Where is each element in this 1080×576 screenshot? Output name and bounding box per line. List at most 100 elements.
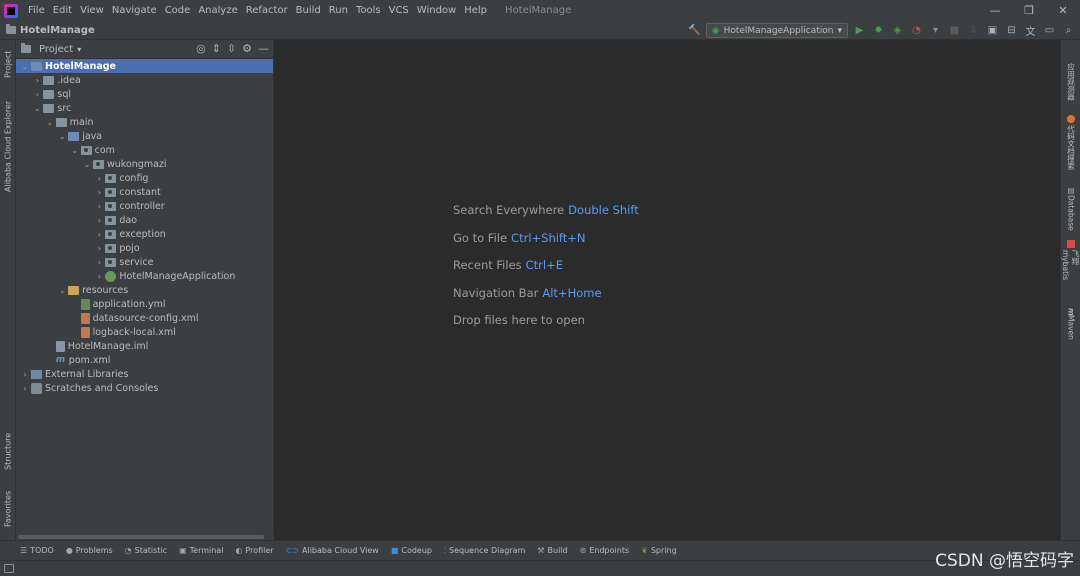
chevron-down-icon[interactable]: ⌄ xyxy=(70,146,80,155)
tree-node[interactable]: ⌄ HotelManage xyxy=(16,59,273,73)
search-icon[interactable]: ⌕ xyxy=(1061,23,1076,38)
menu-code[interactable]: Code xyxy=(161,5,195,16)
chevron-right-icon[interactable]: › xyxy=(32,76,42,85)
menu-file[interactable]: File xyxy=(24,5,49,16)
expand-all-icon[interactable]: ⇕ xyxy=(212,42,221,55)
tree-node[interactable]: › controller xyxy=(16,199,273,213)
more-run-icon[interactable]: ▾ xyxy=(928,23,943,38)
chevron-right-icon[interactable]: › xyxy=(94,188,104,197)
chevron-right-icon[interactable]: › xyxy=(20,370,30,379)
tree-node[interactable]: › sql xyxy=(16,87,273,101)
window-layout-icon[interactable]: ▭ xyxy=(1042,23,1057,38)
chevron-right-icon[interactable]: › xyxy=(94,202,104,211)
chevron-down-icon[interactable]: ⌄ xyxy=(57,286,67,295)
chevron-right-icon[interactable]: › xyxy=(94,174,104,183)
minimize-button[interactable]: — xyxy=(978,0,1012,21)
chevron-right-icon[interactable]: › xyxy=(20,384,30,393)
coverage-icon[interactable]: ◈ xyxy=(890,23,905,38)
database-tab[interactable]: ▤ Database xyxy=(1061,184,1080,232)
translate-icon[interactable]: 文 xyxy=(1023,23,1038,38)
menu-view[interactable]: View xyxy=(76,5,108,16)
scrollbar-thumb[interactable] xyxy=(18,535,264,539)
problems-tab[interactable]: ● Problems xyxy=(66,546,113,555)
code-doc-search-tab[interactable]: 代码文档搜索 xyxy=(1061,112,1080,172)
tree-node[interactable]: › pojo xyxy=(16,241,273,255)
hide-panel-icon[interactable]: — xyxy=(258,42,269,55)
build-tab[interactable]: ⚒ Build xyxy=(537,546,567,555)
build-hammer-icon[interactable]: 🔨 xyxy=(687,23,702,38)
chevron-down-icon[interactable]: ▾ xyxy=(77,45,81,54)
collapse-all-icon[interactable]: ⇳ xyxy=(227,42,236,55)
gear-icon[interactable]: ⚙ xyxy=(242,42,252,55)
profile-icon[interactable]: ◔ xyxy=(909,23,924,38)
menu-tools[interactable]: Tools xyxy=(352,5,385,16)
chevron-right-icon[interactable]: › xyxy=(94,258,104,267)
todo-tab[interactable]: ☰ TODO xyxy=(20,546,54,555)
menu-build[interactable]: Build xyxy=(292,5,325,16)
profiler-tab[interactable]: ◐ Profiler xyxy=(235,546,273,555)
editor-area[interactable]: Search Everywhere Double Shift Go to File… xyxy=(274,40,1060,540)
tree-node[interactable]: application.yml xyxy=(16,297,273,311)
chevron-down-icon[interactable]: ⌄ xyxy=(20,62,30,71)
menu-window[interactable]: Window xyxy=(413,5,460,16)
run-icon[interactable]: ▶ xyxy=(852,23,867,38)
tree-node[interactable]: datasource-config.xml xyxy=(16,311,273,325)
debug-icon[interactable]: ✹ xyxy=(871,23,886,38)
project-view-select[interactable]: Project xyxy=(39,44,73,55)
mybatis-tab[interactable]: 飞翔mybatis xyxy=(1061,240,1080,292)
chevron-right-icon[interactable]: › xyxy=(94,272,104,281)
vcs-update-icon[interactable]: ⇩ xyxy=(966,23,981,38)
tree-node[interactable]: › config xyxy=(16,171,273,185)
endpoints-tab[interactable]: ⊛ Endpoints xyxy=(580,546,629,555)
spring-tab[interactable]: ❦ Spring xyxy=(641,546,677,555)
app-observer-tab[interactable]: 应用观测器 xyxy=(1061,60,1080,104)
structure-tool-tab[interactable]: Structure xyxy=(0,426,16,476)
menu-navigate[interactable]: Navigate xyxy=(108,5,161,16)
tree-node[interactable]: ⌄ src xyxy=(16,101,273,115)
chevron-down-icon[interactable]: ⌄ xyxy=(45,118,55,127)
sequence-diagram-tab[interactable]: ⫶ Sequence Diagram xyxy=(444,546,525,556)
chevron-down-icon[interactable]: ⌄ xyxy=(82,160,92,169)
tree-node[interactable]: m pom.xml xyxy=(16,353,273,367)
tree-node[interactable]: › service xyxy=(16,255,273,269)
tree-node[interactable]: ⌄ main xyxy=(16,115,273,129)
stop-icon[interactable]: ■ xyxy=(947,23,962,38)
chevron-down-icon[interactable]: ⌄ xyxy=(32,104,42,113)
tree-node[interactable]: ⌄ java xyxy=(16,129,273,143)
tree-node[interactable]: › .idea xyxy=(16,73,273,87)
close-button[interactable]: ✕ xyxy=(1046,0,1080,21)
tree-node[interactable]: › exception xyxy=(16,227,273,241)
chevron-right-icon[interactable]: › xyxy=(94,230,104,239)
tree-node[interactable]: › HotelManageApplication xyxy=(16,269,273,283)
menu-edit[interactable]: Edit xyxy=(49,5,76,16)
chevron-right-icon[interactable]: › xyxy=(94,216,104,225)
tree-node[interactable]: HotelManage.iml xyxy=(16,339,273,353)
chevron-down-icon[interactable]: ⌄ xyxy=(57,132,67,141)
alibaba-cloud-explorer-tab[interactable]: Alibaba Cloud Explorer xyxy=(0,96,16,196)
breadcrumb-project[interactable]: HotelManage xyxy=(20,25,95,36)
menu-run[interactable]: Run xyxy=(325,5,352,16)
tree-node[interactable]: › Scratches and Consoles xyxy=(16,381,273,395)
breadcrumb[interactable]: HotelManage xyxy=(6,24,95,36)
project-structure-icon[interactable]: ▣ xyxy=(985,23,1000,38)
tree-node[interactable]: › constant xyxy=(16,185,273,199)
tree-node[interactable]: ⌄ wukongmazi xyxy=(16,157,273,171)
project-tool-tab[interactable]: Project xyxy=(0,44,16,84)
menu-refactor[interactable]: Refactor xyxy=(242,5,292,16)
terminal-tab[interactable]: ▣ Terminal xyxy=(179,546,223,555)
chevron-right-icon[interactable]: › xyxy=(32,90,42,99)
tree-node[interactable]: › External Libraries xyxy=(16,367,273,381)
favorites-tool-tab[interactable]: Favorites xyxy=(0,484,16,534)
statistic-tab[interactable]: ◔ Statistic xyxy=(125,546,167,555)
menu-analyze[interactable]: Analyze xyxy=(194,5,241,16)
tree-node[interactable]: logback-local.xml xyxy=(16,325,273,339)
tree-node[interactable]: › dao xyxy=(16,213,273,227)
run-config-select[interactable]: ◉ HotelManageApplication ▾ xyxy=(705,23,848,38)
tool-windows-icon[interactable] xyxy=(4,564,14,573)
codeup-tab[interactable]: ■ Codeup xyxy=(391,546,432,555)
tree-node[interactable]: ⌄ resources xyxy=(16,283,273,297)
menu-help[interactable]: Help xyxy=(460,5,491,16)
restore-button[interactable]: ❐ xyxy=(1012,0,1046,21)
sdk-icon[interactable]: ⊟ xyxy=(1004,23,1019,38)
alibaba-cloud-view-tab[interactable]: ⊂⊃ Alibaba Cloud View xyxy=(286,546,379,555)
